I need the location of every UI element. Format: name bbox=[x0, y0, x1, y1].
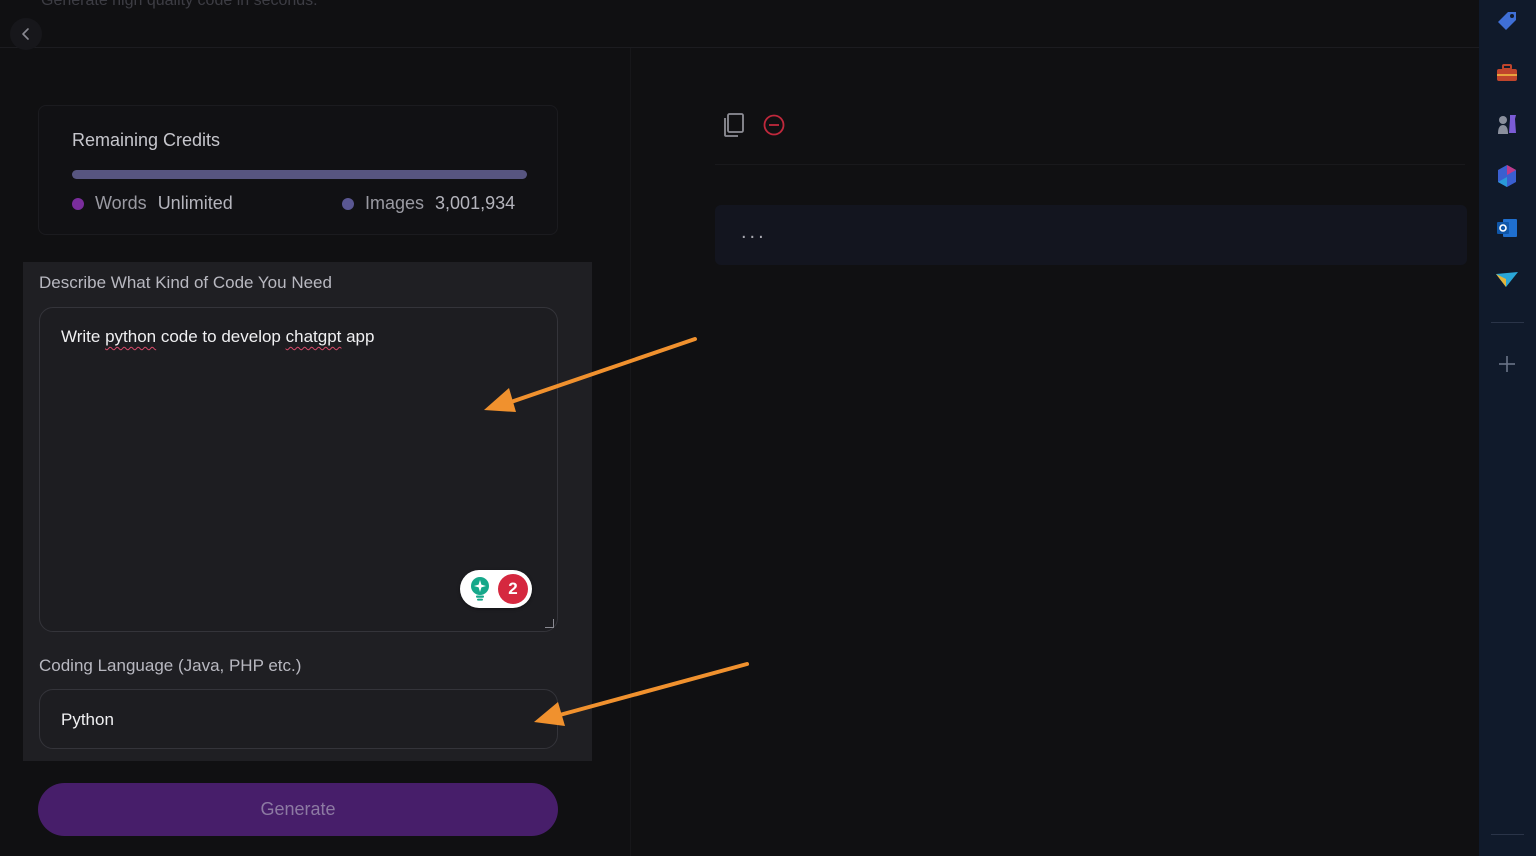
top-header: Generate high quality code in seconds. bbox=[0, 0, 1479, 50]
app-window: Generate high quality code in seconds. R… bbox=[0, 0, 1536, 856]
back-button[interactable] bbox=[10, 18, 42, 50]
chevron-left-icon bbox=[22, 28, 29, 40]
output-divider bbox=[715, 164, 1465, 165]
spell-error-python[interactable]: python bbox=[105, 327, 156, 346]
images-value: 3,001,934 bbox=[435, 193, 516, 213]
sidebar-separator-bottom bbox=[1491, 834, 1524, 835]
grammarly-bulb-icon bbox=[471, 577, 489, 601]
words-dot bbox=[72, 197, 84, 210]
copy-icon[interactable] bbox=[722, 112, 746, 138]
coding-language-value: Python bbox=[61, 710, 114, 729]
words-credit: Words Unlimited bbox=[72, 193, 233, 214]
plus-icon[interactable] bbox=[1494, 351, 1520, 377]
description-textarea[interactable]: Write python code to develop chatgpt app… bbox=[39, 307, 558, 632]
toolbox-icon[interactable] bbox=[1494, 60, 1520, 86]
outlook-icon[interactable] bbox=[1494, 215, 1520, 241]
remaining-credits-card: Remaining Credits Words Unlimited Images… bbox=[38, 105, 558, 235]
code-form: Describe What Kind of Code You Need Writ… bbox=[23, 262, 592, 761]
sidebar-separator bbox=[1491, 322, 1524, 323]
clear-icon[interactable] bbox=[762, 113, 786, 137]
grammarly-issue-count: 2 bbox=[498, 574, 528, 604]
column-divider bbox=[630, 48, 631, 856]
description-label: Describe What Kind of Code You Need bbox=[39, 273, 332, 292]
output-box: ... bbox=[715, 205, 1467, 265]
paper-plane-icon[interactable] bbox=[1494, 267, 1520, 293]
spell-error-chatgpt[interactable]: chatgpt bbox=[286, 327, 342, 346]
credits-progress-bar bbox=[72, 170, 527, 179]
images-label: Images bbox=[365, 193, 425, 213]
words-value: Unlimited bbox=[157, 193, 233, 213]
images-credit: Images 3,001,934 bbox=[342, 193, 515, 214]
grammarly-badge[interactable]: 2 bbox=[460, 570, 532, 608]
generate-button[interactable]: Generate bbox=[38, 783, 558, 836]
page-subtitle: Generate high quality code in seconds. bbox=[41, 0, 318, 9]
description-text: Write python code to develop chatgpt app bbox=[61, 327, 375, 346]
credits-title: Remaining Credits bbox=[72, 130, 221, 150]
textarea-resize-handle[interactable] bbox=[545, 619, 554, 628]
chess-icon[interactable] bbox=[1494, 111, 1520, 137]
images-dot bbox=[342, 197, 354, 210]
words-label: Words bbox=[95, 193, 147, 213]
coding-language-input[interactable]: Python bbox=[39, 689, 558, 749]
language-label: Coding Language (Java, PHP etc.) bbox=[39, 656, 302, 675]
tag-icon[interactable] bbox=[1494, 8, 1520, 34]
copilot-icon[interactable] bbox=[1494, 163, 1520, 189]
output-loading-text: ... bbox=[741, 221, 767, 243]
app-sidebar bbox=[1479, 0, 1536, 856]
